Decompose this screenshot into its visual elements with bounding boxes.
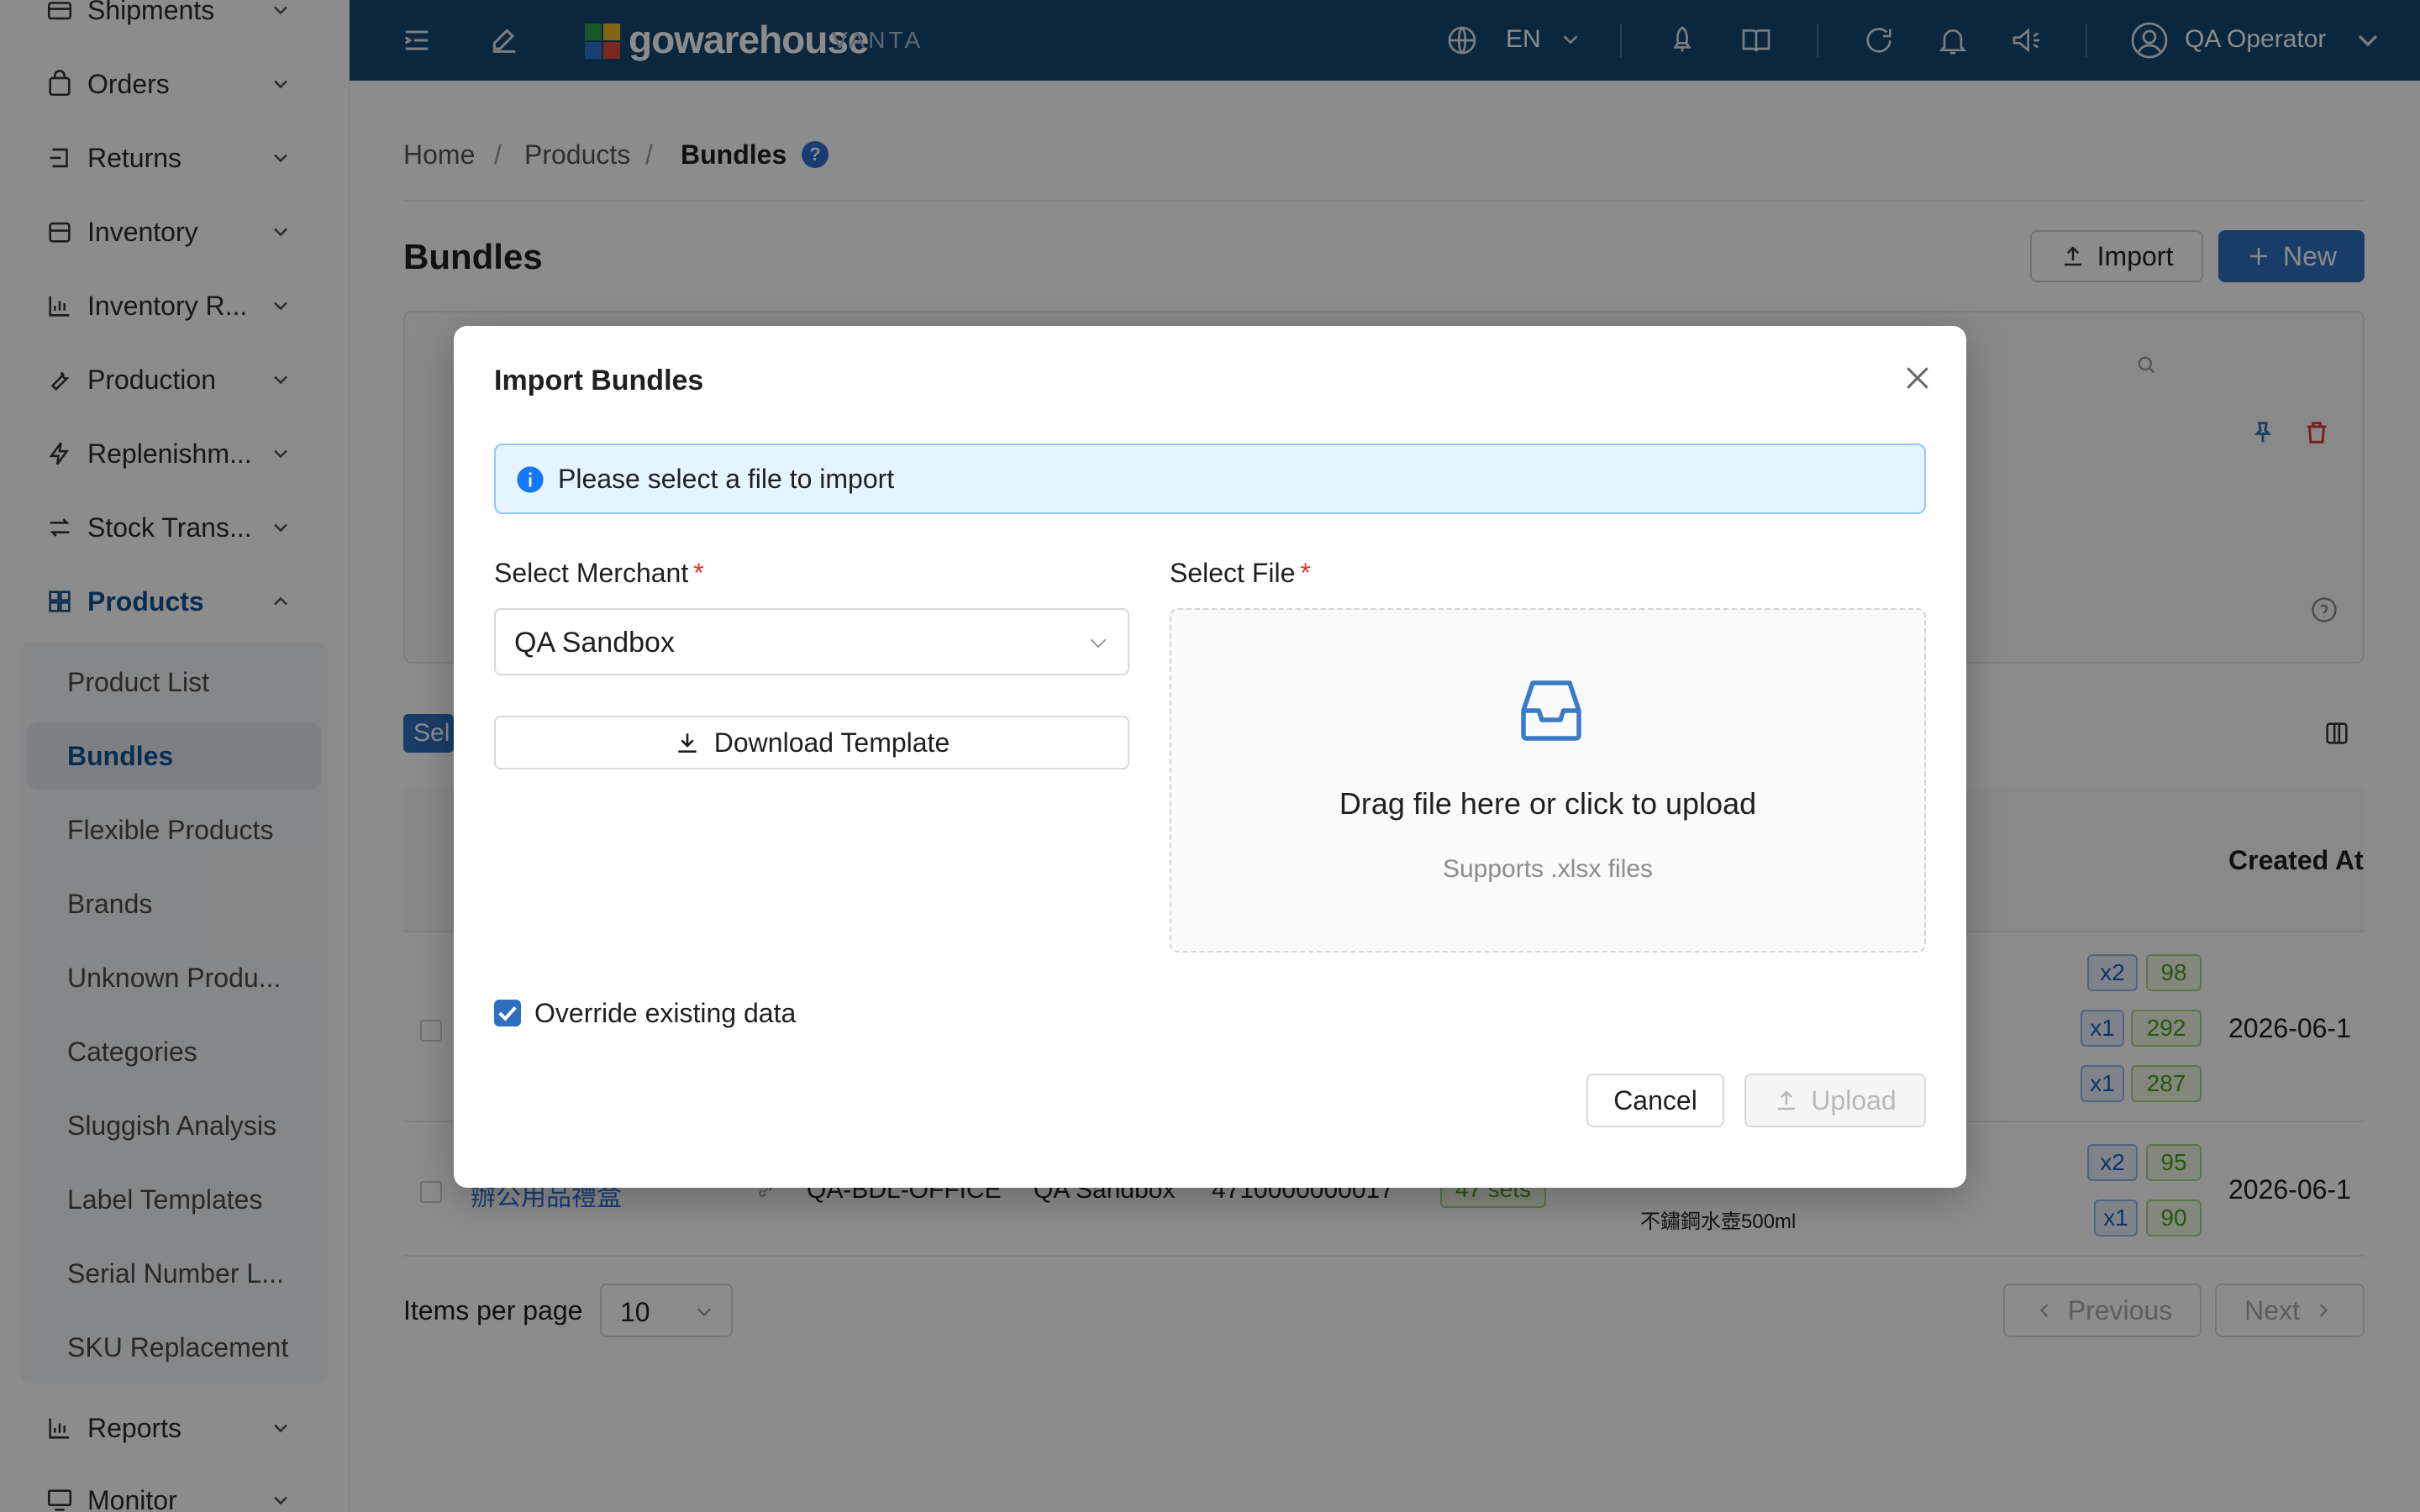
download-icon — [678, 733, 697, 753]
merchant-select-value: QA Sandbox — [514, 627, 675, 659]
check-icon — [498, 1005, 517, 1021]
chevron-down-icon — [1090, 638, 1107, 648]
inbox-icon — [1521, 680, 1581, 741]
override-checkbox[interactable] — [494, 1000, 521, 1026]
close-icon[interactable] — [1901, 361, 1934, 395]
download-template-button[interactable]: Download Template — [494, 716, 1129, 769]
required-mark: * — [693, 558, 704, 588]
required-mark: * — [1300, 558, 1311, 588]
override-label[interactable]: Override existing data — [534, 998, 796, 1029]
merchant-label: Select Merchant * — [494, 558, 704, 589]
upload-label: Upload — [1811, 1084, 1897, 1116]
file-label-text: Select File — [1170, 558, 1296, 588]
cancel-label: Cancel — [1613, 1084, 1697, 1116]
upload-button[interactable]: Upload — [1744, 1074, 1926, 1127]
download-template-label: Download Template — [713, 727, 950, 758]
info-icon — [517, 466, 544, 493]
file-dropzone[interactable]: Drag file here or click to upload Suppor… — [1170, 608, 1926, 953]
import-bundles-modal: Import Bundles Please select a file to i… — [454, 326, 1966, 1188]
info-alert: Please select a file to import — [494, 444, 1926, 514]
cancel-button[interactable]: Cancel — [1586, 1074, 1724, 1127]
upload-icon — [1778, 1090, 1796, 1110]
merchant-label-text: Select Merchant — [494, 558, 689, 588]
modal-title: Import Bundles — [494, 365, 704, 396]
merchant-select[interactable]: QA Sandbox — [494, 608, 1129, 675]
dropzone-hint: Supports .xlsx files — [1442, 855, 1654, 883]
file-label: Select File * — [1170, 558, 1311, 589]
alert-text: Please select a file to import — [558, 464, 895, 494]
dropzone-text: Drag file here or click to upload — [1339, 786, 1757, 821]
